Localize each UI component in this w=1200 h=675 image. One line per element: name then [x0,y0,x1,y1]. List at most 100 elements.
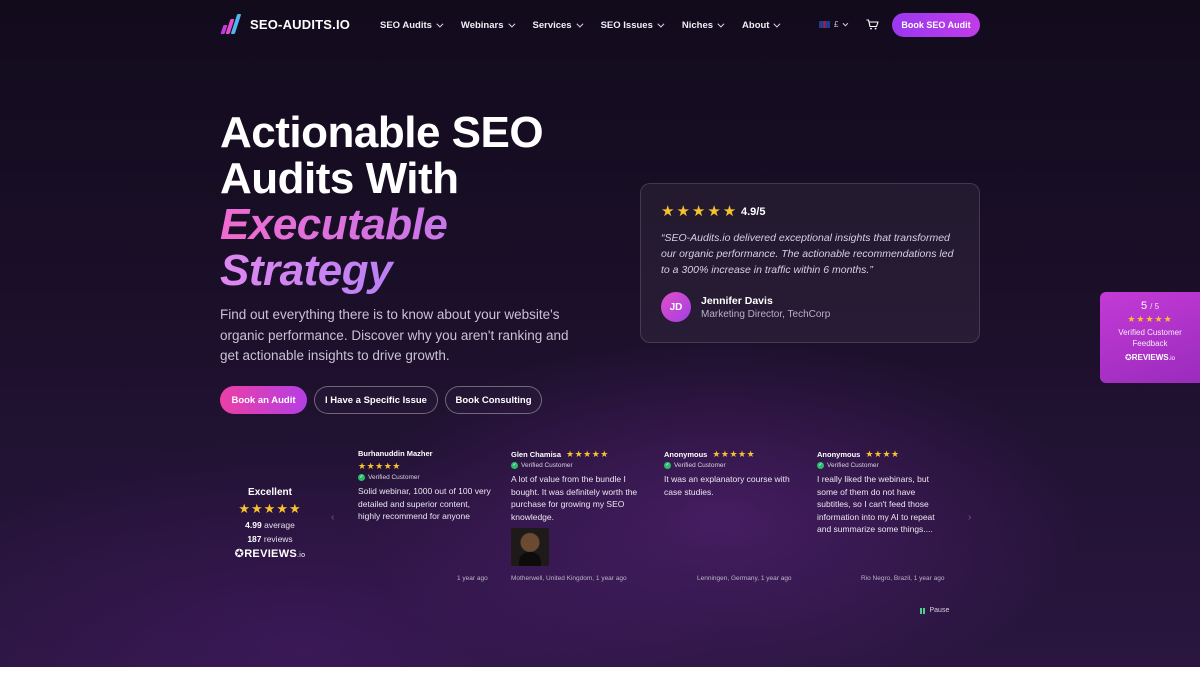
review-card: Burhanuddin Mazher ★★★★★ ✓ Verified Cust… [358,449,492,589]
book-consulting-button[interactable]: Book Consulting [445,386,542,414]
carousel-pause-button[interactable]: Pause [920,607,949,614]
review-photo[interactable] [511,528,549,566]
review-stars: ★★★★★ [358,461,401,471]
verified-badge: ✓ Verified Customer [511,462,645,469]
chevron-down-icon [436,20,444,28]
currency-label: £ [834,20,839,29]
verified-badge: ✓ Verified Customer [664,462,798,469]
verified-label: Verified Customer [827,462,879,469]
summary-logo-text: REVIEWS [244,548,298,560]
badge-score-value: 5 [1140,300,1148,312]
badge-score: 5 / 5 [1100,300,1200,312]
hero-title-accent2: Strategy [220,248,543,294]
reviewer-name: Glen Chamisa [511,449,562,459]
star-icons: ★★★★★ [661,203,739,220]
hero-title-line2: Audits With [220,154,459,203]
review-text: A lot of value from the bundle I bought.… [511,474,638,522]
summary-count: 187 reviews [220,534,320,544]
logo-text: SEO-AUDITS.IO [250,16,351,32]
book-audit-button[interactable]: Book an Audit [220,386,307,414]
chevron-down-icon [843,20,849,26]
hero-title: Actionable SEO Audits With Executable St… [220,108,544,294]
menu-item-services[interactable]: Services [532,20,584,31]
pause-label: Pause [929,607,950,614]
menu-item-label: SEO Issues [600,20,653,31]
verified-label: Verified Customer [368,474,420,481]
menu-item-webinars[interactable]: Webinars [460,20,515,31]
summary-stars: ★★★★★ [238,501,302,516]
verified-badge: ✓ Verified Customer [817,462,951,469]
avatar: JD [661,292,691,322]
verified-badge: ✓ Verified Customer [358,474,492,481]
logo-bars-icon [220,14,246,34]
badge-logo-text: REVIEWS [1131,353,1169,362]
review-meta: Rio Negro, Brazil, 1 year ago [861,575,945,582]
rating-stars: ★★★★★ [661,204,738,219]
review-stars: ★★★★★ [566,449,609,459]
review-text: Solid webinar, 1000 out of 100 very deta… [358,486,491,521]
badge-score-max: / 5 [1150,302,1160,311]
review-text: I really liked the webinars, but some of… [817,474,935,534]
menu-item-label: SEO Audits [380,20,432,31]
menu-item-about[interactable]: About [742,20,781,31]
logo[interactable]: SEO-AUDITS.IO [220,14,350,34]
hero-title-line1: Actionable SEO [220,108,544,157]
chevron-down-icon [575,20,584,28]
review-meta: Lenningen, Germany, 1 year ago [697,575,792,582]
review-card: Glen Chamisa ★★★★★ ✓ Verified Customer A… [511,449,645,589]
menu-item-label: Niches [681,20,714,31]
uk-flag-icon [819,21,830,28]
badge-logo-suffix: .io [1168,356,1175,362]
verified-label: Verified Customer [521,462,573,469]
check-icon: ✓ [358,474,365,481]
hero-subtitle: Find out everything there is to know abo… [220,307,569,363]
rating-value: 4.9/5 [741,206,766,218]
reviews-side-badge[interactable]: 5 / 5 ★★★★★ Verified Customer Feedback ✪… [1100,292,1200,383]
menu-item-label: Services [532,20,572,31]
pause-icon [920,607,925,614]
count-value: 187 [247,534,262,544]
main-menu: SEO Audits Webinars Services SEO Issues … [380,20,798,31]
check-icon: ✓ [664,462,671,469]
check-icon: ✓ [511,462,518,469]
testimonial-author: Jennifer Davis [701,295,773,307]
review-meta: Motherwell, United Kingdom, 1 year ago [511,575,627,582]
carousel-prev-icon[interactable]: ‹ [331,512,334,523]
verified-label: Verified Customer [674,462,726,469]
check-icon: ✓ [817,462,824,469]
chevron-down-icon [717,20,725,28]
testimonial-quote: “SEO-Audits.io delivered exceptional ins… [661,232,954,276]
reviews-io-logo[interactable]: ✪REVIEWS.io [220,547,320,560]
reviews-io-logo: ✪REVIEWS.io [1100,353,1200,362]
menu-item-seo-issues[interactable]: SEO Issues [600,20,665,31]
menu-item-seo-audits[interactable]: SEO Audits [380,20,444,31]
count-label: reviews [263,534,293,544]
average-value: 4.99 [245,520,262,530]
book-seo-audit-button[interactable]: Book SEO Audit [892,13,980,37]
menu-item-label: About [742,20,770,31]
specific-issue-button[interactable]: I Have a Specific Issue [314,386,438,414]
testimonial-role: Marketing Director, TechCorp [701,309,831,320]
testimonial-card: ★★★★★ 4.9/5 “SEO-Audits.io delivered exc… [640,183,980,343]
star-circle-icon: ✪ [1125,353,1132,362]
badge-text: Verified Customer Feedback [1118,328,1182,348]
star-circle-icon: ✪ [234,548,245,560]
menu-item-label: Webinars [460,20,504,31]
average-label: average [264,520,295,530]
menu-item-niches[interactable]: Niches [681,20,725,31]
reviews-summary: Excellent ★★★★★ 4.99 average 187 reviews… [220,487,320,560]
top-nav: SEO-AUDITS.IO SEO Audits Webinars Servic… [0,0,1200,52]
chevron-down-icon [507,20,515,28]
carousel-next-icon[interactable]: › [968,512,971,523]
review-meta: 1 year ago [457,575,488,582]
chevron-down-icon [773,20,781,28]
badge-stars: ★★★★★ [1127,314,1173,324]
review-card: Anonymous ★★★★★ ✓ Verified Customer It w… [664,449,798,589]
summary-title: Excellent [248,487,292,498]
summary-logo-suffix: .io [297,552,306,559]
locale-selector[interactable]: £ [819,20,849,29]
page: SEO-AUDITS.IO SEO Audits Webinars Servic… [0,0,1200,667]
cart-icon[interactable] [866,19,879,30]
review-card: Anonymous ★★★★ ✓ Verified Customer I rea… [817,449,951,589]
hero-title-accent1: Executable [220,202,543,248]
